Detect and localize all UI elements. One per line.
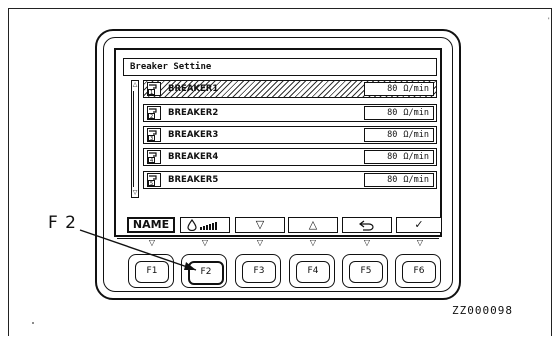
figure-canvas: ' Breaker Settine △ ▽ 1 BREAKER1 80 Ω/min…: [0, 0, 560, 340]
callout-arrow-icon: [79, 229, 197, 271]
figure-code: ZZ000098: [452, 304, 513, 317]
speck: [32, 322, 34, 324]
